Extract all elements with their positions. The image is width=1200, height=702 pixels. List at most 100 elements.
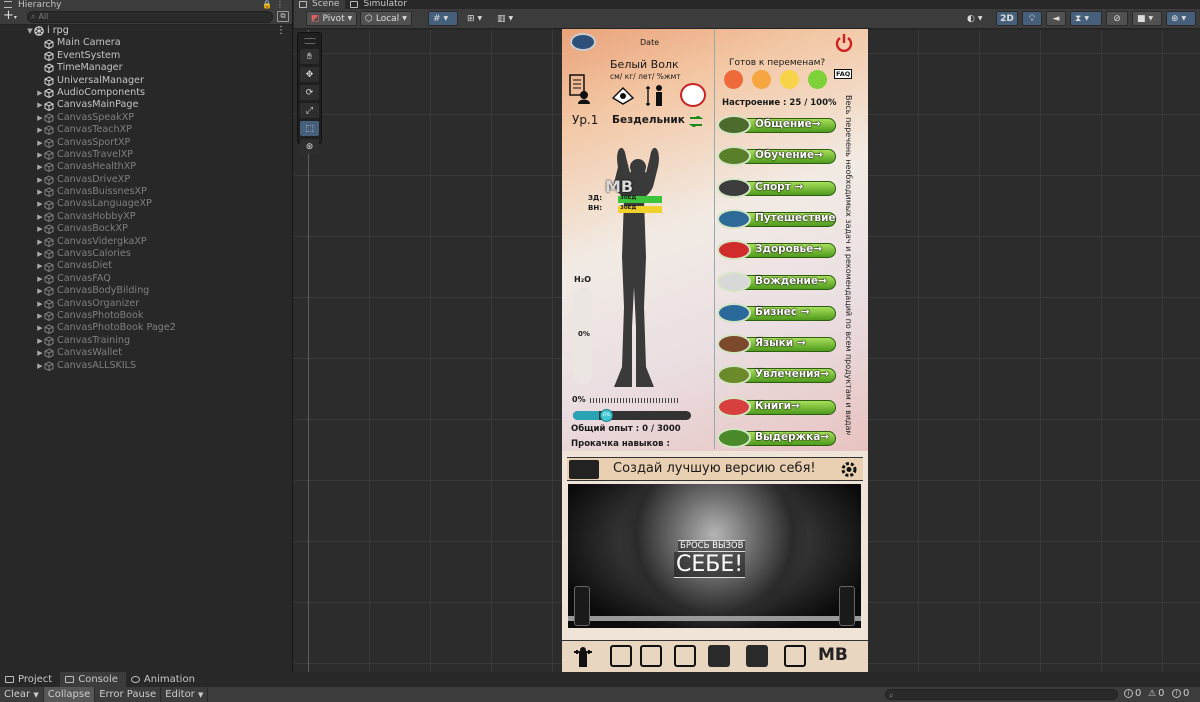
scene-menu-icon[interactable]: ⋮ xyxy=(276,25,286,37)
calories-icon[interactable] xyxy=(640,645,662,667)
hierarchy-item[interactable]: ▶ CanvasDriveXP xyxy=(0,174,292,186)
height-measure-icon[interactable] xyxy=(644,84,670,106)
mood-happy-icon[interactable] xyxy=(780,70,799,89)
hierarchy-item[interactable]: ▶ CanvasTraining xyxy=(0,335,292,347)
expand-arrow-icon[interactable]: ▶ xyxy=(36,161,44,173)
hierarchy-item[interactable]: ▶ CanvasALLSKILS xyxy=(0,360,292,372)
expand-arrow-icon[interactable]: ▶ xyxy=(36,124,44,136)
hierarchy-item[interactable]: ▶ CanvasTravelXP xyxy=(0,149,292,161)
warning-count[interactable]: ⚠ 0 xyxy=(1148,688,1164,699)
mood-very-sad-icon[interactable] xyxy=(724,70,743,89)
panel-menu-icon[interactable]: 🔒⋮ xyxy=(262,0,288,9)
error-pause-toggle[interactable]: Error Pause xyxy=(95,687,162,702)
tab-simulator[interactable]: Simulator xyxy=(345,0,412,9)
grid-visibility-button[interactable]: ⊞ ▼ xyxy=(462,11,488,26)
mood-sad-icon[interactable] xyxy=(752,70,771,89)
settings-gear-icon[interactable] xyxy=(839,460,859,479)
scale-tool-button[interactable]: ⤢ xyxy=(300,103,319,118)
info-count[interactable]: i0 xyxy=(1124,688,1141,699)
expand-arrow-icon[interactable]: ▶ xyxy=(36,149,44,161)
xp-bar[interactable] xyxy=(573,411,691,420)
expand-arrow-icon[interactable]: ▶ xyxy=(36,285,44,297)
rotate-tool-button[interactable]: ⟳ xyxy=(300,85,319,100)
expand-arrow-icon[interactable]: ▶ xyxy=(36,87,44,99)
skill-button[interactable]: Выдержка→ xyxy=(717,428,836,448)
increment-snap-button[interactable]: ▥ ▼ xyxy=(492,11,522,26)
expand-arrow-icon[interactable]: ▶ xyxy=(36,310,44,322)
scale-weight-icon[interactable] xyxy=(610,84,636,106)
add-object-button[interactable]: +▾ xyxy=(3,8,23,25)
toggle-2d-button[interactable]: 2D xyxy=(996,11,1018,26)
game-canvas[interactable]: Date Белый Волк см/ кг/ лет/ %жмт Готов … xyxy=(562,29,868,672)
wallet-icon[interactable] xyxy=(784,645,806,667)
hierarchy-item[interactable]: ▶ CanvasFAQ xyxy=(0,273,292,285)
hierarchy-item[interactable]: ▶ CanvasTeachXP xyxy=(0,124,292,136)
pivot-dropdown[interactable]: ◩ Pivot ▼ xyxy=(306,11,358,26)
organizer-clipboard-icon[interactable] xyxy=(674,645,696,667)
faq-icon[interactable]: FAQ xyxy=(834,69,853,79)
hierarchy-item[interactable]: ▶ CanvasOrganizer xyxy=(0,298,292,310)
skill-button[interactable]: Обучение→ xyxy=(717,146,836,167)
expand-arrow-icon[interactable]: ▶ xyxy=(36,112,44,124)
photobook-icon[interactable] xyxy=(708,645,730,667)
expand-arrow-icon[interactable]: ▶ xyxy=(36,137,44,149)
expand-arrow-icon[interactable]: ▶ xyxy=(36,335,44,347)
expand-arrow-icon[interactable]: ▶ xyxy=(36,360,44,372)
hierarchy-item[interactable]: ▶ CanvasWallet xyxy=(0,347,292,359)
hierarchy-item[interactable]: ▶ CanvasDiet xyxy=(0,260,292,272)
hierarchy-item[interactable]: ▶ CanvasHealthXP xyxy=(0,161,292,173)
effects-dropdown[interactable]: ⧗ ▼ xyxy=(1070,11,1102,26)
hierarchy-item[interactable]: UniversalManager xyxy=(0,75,292,87)
wolf-logo-icon[interactable] xyxy=(570,33,596,51)
hierarchy-item[interactable]: TimeManager xyxy=(0,62,292,74)
console-search-input[interactable]: ⌕ xyxy=(885,689,1118,700)
skill-button[interactable]: Спорт → xyxy=(717,177,836,198)
grid-snap-button[interactable]: # ▼ xyxy=(428,11,458,26)
rect-tool-button[interactable]: ⬚ xyxy=(300,121,319,136)
diet-book-icon[interactable] xyxy=(610,645,632,667)
skill-button[interactable]: Языки → xyxy=(717,334,836,355)
hierarchy-item[interactable]: ▶ CanvasBockXP xyxy=(0,223,292,235)
training-icon[interactable] xyxy=(746,645,768,667)
gizmos-dropdown[interactable]: ⊕ ▼ xyxy=(1166,11,1196,26)
hierarchy-item[interactable]: ▶ CanvasBodyBilding xyxy=(0,285,292,297)
hierarchy-tab[interactable]: Hierarchy 🔒⋮ xyxy=(0,0,292,10)
hierarchy-item[interactable]: EventSystem xyxy=(0,50,292,62)
profile-form-icon[interactable] xyxy=(568,71,590,104)
hierarchy-item[interactable]: ▶ CanvasHobbyXP xyxy=(0,211,292,223)
birthday-cake-icon[interactable] xyxy=(680,83,706,107)
scene-visibility-icon[interactable]: ⧉ xyxy=(277,11,289,22)
move-tool-button[interactable]: ✥ xyxy=(300,67,319,82)
expand-arrow-icon[interactable]: ▶ xyxy=(36,186,44,198)
tab-animation[interactable]: Animation xyxy=(126,672,203,687)
bodybuilding-icon[interactable] xyxy=(572,645,594,667)
skill-button[interactable]: Бизнес → xyxy=(717,302,836,323)
hierarchy-item[interactable]: ▶ AudioComponents xyxy=(0,87,292,99)
hand-tool-button[interactable]: ✋︎ xyxy=(300,49,319,64)
hierarchy-item[interactable]: ▶ CanvasPhotoBook Page2 xyxy=(0,322,292,334)
hierarchy-item[interactable]: ▶ CanvasPhotoBook xyxy=(0,310,292,322)
skill-button[interactable]: Общение→ xyxy=(717,115,836,135)
hierarchy-item[interactable]: ▶ CanvasSpeakXP xyxy=(0,112,292,124)
hierarchy-item[interactable]: ▶ CanvasBuissnesXP xyxy=(0,186,292,198)
error-count[interactable]: ! 0 xyxy=(1172,688,1189,699)
expand-arrow-icon[interactable]: ▶ xyxy=(36,236,44,248)
collapse-toggle[interactable]: Collapse xyxy=(43,687,96,702)
hierarchy-item[interactable]: ▶ CanvasCalories xyxy=(0,248,292,260)
hierarchy-item[interactable]: Main Camera xyxy=(0,37,292,49)
hierarchy-item[interactable]: ▶ CanvasSportXP xyxy=(0,137,292,149)
all-skills-mb-icon[interactable]: MB xyxy=(818,645,848,665)
expand-arrow-icon[interactable]: ▶ xyxy=(36,298,44,310)
expand-arrow-icon[interactable]: ▶ xyxy=(36,347,44,359)
audio-toggle[interactable]: ◄ xyxy=(1046,11,1066,26)
hierarchy-search-input[interactable]: ⌕ All xyxy=(27,10,273,23)
transform-tool-button[interactable]: ⊛ xyxy=(300,139,319,154)
hierarchy-item[interactable]: ▶ CanvasMainPage xyxy=(0,99,292,111)
hierarchy-item[interactable]: ▶ CanvasLanguageXP xyxy=(0,198,292,210)
xp-knob[interactable]: 0% xyxy=(600,409,613,422)
camera-dropdown[interactable]: ■ ▼ xyxy=(1132,11,1162,26)
expand-arrow-icon[interactable]: ▶ xyxy=(36,211,44,223)
expand-arrow-icon[interactable]: ▶ xyxy=(36,260,44,272)
skill-button[interactable]: Путешествие xyxy=(717,208,836,229)
expand-arrow-icon[interactable]: ▶ xyxy=(36,322,44,334)
